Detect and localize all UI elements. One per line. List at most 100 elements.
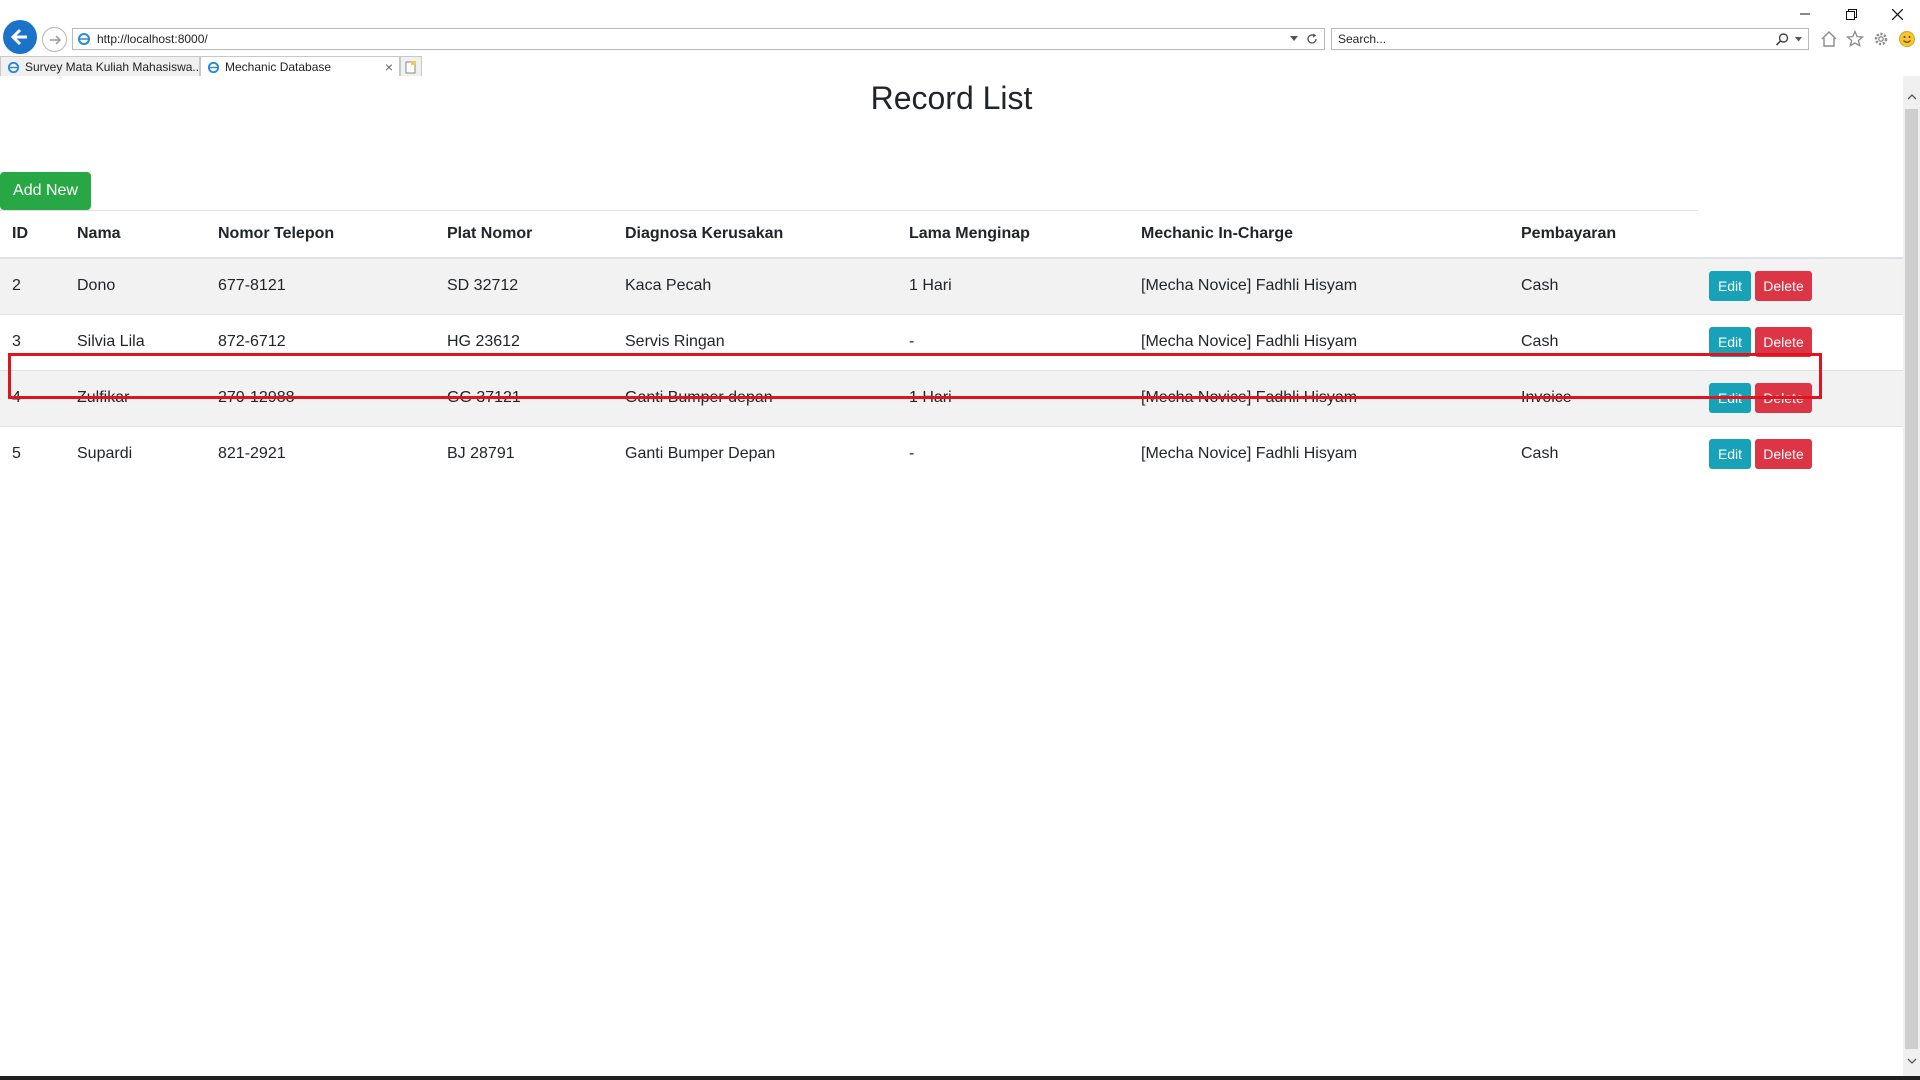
column-header-telepon: Nomor Telepon: [206, 210, 435, 259]
cell-mechanic: [Mecha Novice] Fadhli Hisyam: [1129, 257, 1509, 314]
cell-telepon: 677-8121: [206, 257, 435, 314]
cell-lama: 1 Hari: [897, 257, 1129, 314]
cell-plat: SD 32712: [435, 257, 613, 314]
cell-pembayaran: Invoice: [1509, 369, 1697, 426]
favorites-star-icon[interactable]: [1846, 30, 1864, 48]
tab-close-icon[interactable]: ×: [377, 59, 393, 75]
cell-actions: Edit Delete: [1697, 425, 1903, 482]
new-tab-button[interactable]: [400, 56, 422, 77]
cell-diagnosa: Ganti Bumper depan: [613, 369, 897, 426]
column-header-mechanic: Mechanic In-Charge: [1129, 210, 1509, 259]
window-controls: [1782, 0, 1920, 28]
search-box[interactable]: [1331, 28, 1809, 50]
add-new-button[interactable]: Add New: [0, 172, 91, 210]
ie-page-icon: [207, 61, 220, 73]
column-header-pembayaran: Pembayaran: [1509, 210, 1697, 259]
new-tab-icon: [405, 60, 416, 73]
cell-mechanic: [Mecha Novice] Fadhli Hisyam: [1129, 313, 1509, 370]
forward-arrow-icon: [49, 34, 61, 45]
refresh-icon[interactable]: [1306, 33, 1318, 45]
minimize-icon[interactable]: [1782, 0, 1828, 28]
window-bottom-border: [0, 1076, 1920, 1080]
table-row: 5 Supardi 821-2921 BJ 28791 Ganti Bumper…: [0, 425, 1903, 482]
column-header-id: ID: [0, 210, 65, 259]
table-row: 3 Silvia Lila 872-6712 HG 23612 Servis R…: [0, 313, 1903, 370]
cell-diagnosa: Ganti Bumper Depan: [613, 425, 897, 482]
column-header-lama: Lama Menginap: [897, 210, 1129, 259]
ie-page-icon: [78, 33, 90, 45]
dropdown-icon[interactable]: [1290, 36, 1298, 42]
cell-pembayaran: Cash: [1509, 257, 1697, 314]
forward-button[interactable]: [42, 27, 67, 52]
table-row: 4 Zulfikar 270-12988 GG 37121 Ganti Bump…: [0, 369, 1903, 426]
edit-button[interactable]: Edit: [1709, 383, 1751, 413]
search-icon[interactable]: [1776, 32, 1789, 46]
cell-id: 2: [0, 257, 65, 314]
cell-pembayaran: Cash: [1509, 425, 1697, 482]
cell-telepon: 821-2921: [206, 425, 435, 482]
tab-mechanic-database[interactable]: Mechanic Database ×: [200, 56, 400, 77]
delete-button[interactable]: Delete: [1755, 383, 1812, 413]
column-header-diagnosa: Diagnosa Kerusakan: [613, 210, 897, 259]
tab-label: Survey Mata Kuliah Mahasiswa...: [25, 60, 200, 74]
edit-button[interactable]: Edit: [1709, 271, 1751, 302]
page-viewport: Record List Add New ID Nama Nomor Telepo…: [0, 76, 1903, 1076]
cell-lama: 1 Hari: [897, 369, 1129, 426]
cell-telepon: 872-6712: [206, 313, 435, 370]
cell-lama: -: [897, 425, 1129, 482]
cell-plat: GG 37121: [435, 369, 613, 426]
delete-button[interactable]: Delete: [1755, 439, 1812, 470]
cell-id: 5: [0, 425, 65, 482]
back-arrow-icon: [10, 28, 27, 46]
cell-actions: Edit Delete: [1697, 369, 1903, 426]
cell-nama: Zulfikar: [65, 369, 206, 426]
cell-pembayaran: Cash: [1509, 313, 1697, 370]
page-title: Record List: [870, 80, 1033, 116]
cell-diagnosa: Servis Ringan: [613, 313, 897, 370]
settings-gear-icon[interactable]: [1872, 30, 1890, 48]
browser-chrome: http://localhost:8000/ Search... Survey …: [0, 0, 1920, 77]
column-header-plat: Plat Nomor: [435, 210, 613, 259]
cell-nama: Silvia Lila: [65, 313, 206, 370]
address-bar[interactable]: http://localhost:8000/: [72, 28, 1325, 50]
cell-diagnosa: Kaca Pecah: [613, 257, 897, 314]
cell-plat: HG 23612: [435, 313, 613, 370]
cell-id: 4: [0, 369, 65, 426]
delete-button[interactable]: Delete: [1755, 271, 1812, 302]
table-row: 2 Dono 677-8121 SD 32712 Kaca Pecah 1 Ha…: [0, 257, 1903, 314]
tab-label: Mechanic Database: [225, 60, 332, 74]
column-header-nama: Nama: [65, 210, 206, 259]
dropdown-icon[interactable]: [1795, 36, 1802, 42]
records-table: ID Nama Nomor Telepon Plat Nomor Diagnos…: [0, 210, 1903, 482]
restore-icon[interactable]: [1828, 0, 1874, 28]
edit-button[interactable]: Edit: [1709, 327, 1751, 357]
cell-mechanic: [Mecha Novice] Fadhli Hisyam: [1129, 369, 1509, 426]
vertical-scrollbar[interactable]: [1903, 76, 1920, 1076]
cell-actions: Edit Delete: [1697, 257, 1903, 314]
home-icon[interactable]: [1820, 30, 1838, 48]
cell-id: 3: [0, 313, 65, 370]
records-table-wrap: ID Nama Nomor Telepon Plat Nomor Diagnos…: [0, 210, 1903, 482]
scroll-up-icon[interactable]: [1903, 88, 1920, 105]
cell-nama: Supardi: [65, 425, 206, 482]
scroll-thumb[interactable]: [1905, 109, 1918, 1049]
url-text[interactable]: http://localhost:8000/: [97, 32, 1290, 46]
tab-strip: Survey Mata Kuliah Mahasiswa... Mechanic…: [0, 55, 422, 77]
delete-button[interactable]: Delete: [1755, 327, 1812, 357]
cell-mechanic: [Mecha Novice] Fadhli Hisyam: [1129, 425, 1509, 482]
cell-plat: BJ 28791: [435, 425, 613, 482]
toolbar-icons: [1820, 28, 1916, 50]
cell-telepon: 270-12988: [206, 369, 435, 426]
back-button[interactable]: [3, 20, 37, 54]
cell-nama: Dono: [65, 257, 206, 314]
table-header-row: ID Nama Nomor Telepon Plat Nomor Diagnos…: [0, 210, 1903, 259]
ie-page-icon: [7, 61, 20, 73]
smiley-feedback-icon[interactable]: [1898, 30, 1916, 48]
column-header-actions: [1697, 210, 1903, 259]
scroll-down-icon[interactable]: [1903, 1052, 1920, 1069]
close-icon[interactable]: [1874, 0, 1920, 28]
cell-actions: Edit Delete: [1697, 313, 1903, 370]
search-input[interactable]: [1338, 30, 1776, 48]
tab-survey[interactable]: Survey Mata Kuliah Mahasiswa...: [0, 56, 200, 77]
edit-button[interactable]: Edit: [1709, 439, 1751, 470]
